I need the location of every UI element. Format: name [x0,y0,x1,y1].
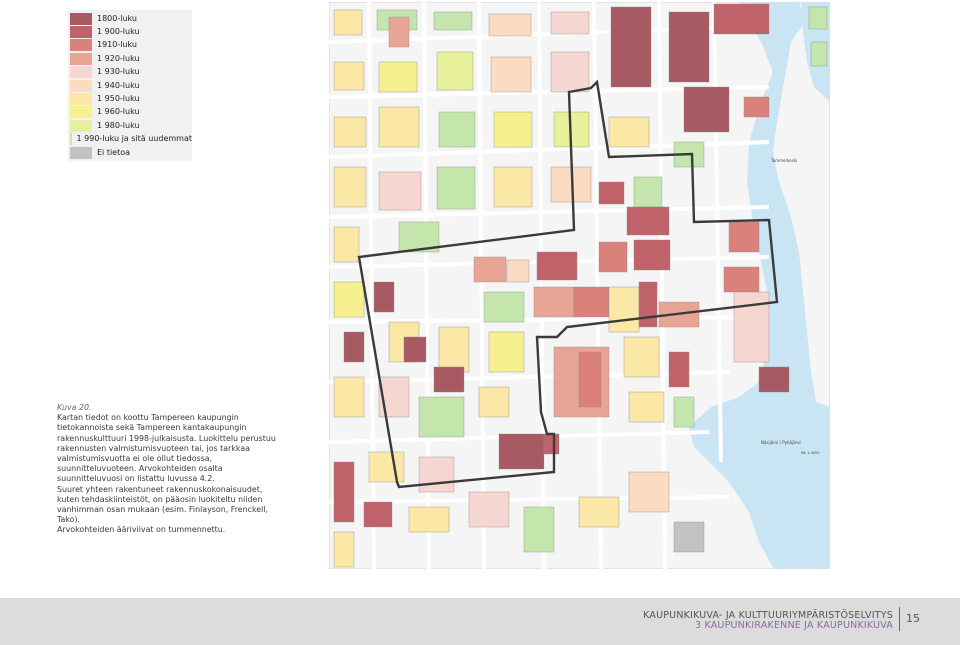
footer-subtitle: 3 KAUPUNKIRAKENNE JA KAUPUNKIKUVA [695,620,893,631]
legend-label: 1 920-luku [97,53,140,63]
legend-swatch [70,93,92,106]
legend-swatch [70,119,92,132]
map-legend: 1800-luku 1 900-luku 1910-luku 1 920-luku 1 … [68,10,192,161]
caption-label: Kuva 20. [57,403,92,412]
legend-item: 1 900-luku [70,25,192,39]
legend-item: 1 930-luku [70,66,192,79]
legend-label: Ei tietoa [97,147,131,157]
legend-item: Ei tietoa [70,146,192,159]
legend-list: 1800-luku 1 900-luku 1910-luku 1 920-luku 1 … [68,10,192,159]
legend-swatch [70,12,92,25]
legend-swatch [70,26,92,39]
legend-item: 1 920-luku [70,52,192,65]
caption-text-3: Arvokohteiden ääriviivat on tummennettu. [57,525,226,535]
legend-label: 1 980-luku [97,120,140,130]
legend-swatch [70,52,92,65]
scale-label: Mk 1:4000 [801,451,819,455]
legend-label: 1 930-luku [97,67,140,77]
legend-item: 1 980-luku [70,119,192,132]
legend-item: 1 990-luku ja sitä uudemmat [70,133,192,146]
page-number: 15 [906,612,920,625]
legend-item: 1 950-luku [70,92,192,106]
legend-swatch [70,133,72,146]
legend-label: 1800-luku [97,13,137,23]
legend-swatch [70,146,92,159]
caption-text-2: Suuret yhteen rakentuneet rakennuskokona… [57,484,269,525]
legend-item: 1800-luku [70,12,192,25]
legend-swatch [70,79,92,92]
legend-swatch [70,39,92,52]
legend-label: 1 950-luku [97,94,140,104]
legend-label: 1 940-luku [97,80,140,90]
caption-text-1: Kartan tiedot on koottu Tampereen kaupun… [57,413,276,484]
river-label: Tammerkoski [770,158,797,163]
city-map: Tammerkoski Näsijärvi / Pyhäjärvi Mk 1:4… [329,2,830,569]
legend-label: 1910-luku [97,40,137,50]
legend-item: 1 940-luku [70,79,192,92]
footer-divider [899,607,900,631]
legend-item: 1910-luku [70,39,192,52]
legend-label: 1 990-luku ja sitä uudemmat [76,134,193,144]
legend-item: 1 960-luku [70,106,192,119]
figure-caption: Kuva 20. Kartan tiedot on koottu Tampere… [57,403,287,536]
legend-swatch [70,66,92,79]
legend-label: 1 900-luku [97,27,140,37]
legend-swatch [70,106,92,119]
lake-label: Näsijärvi / Pyhäjärvi [761,440,801,445]
legend-label: 1 960-luku [97,107,140,117]
